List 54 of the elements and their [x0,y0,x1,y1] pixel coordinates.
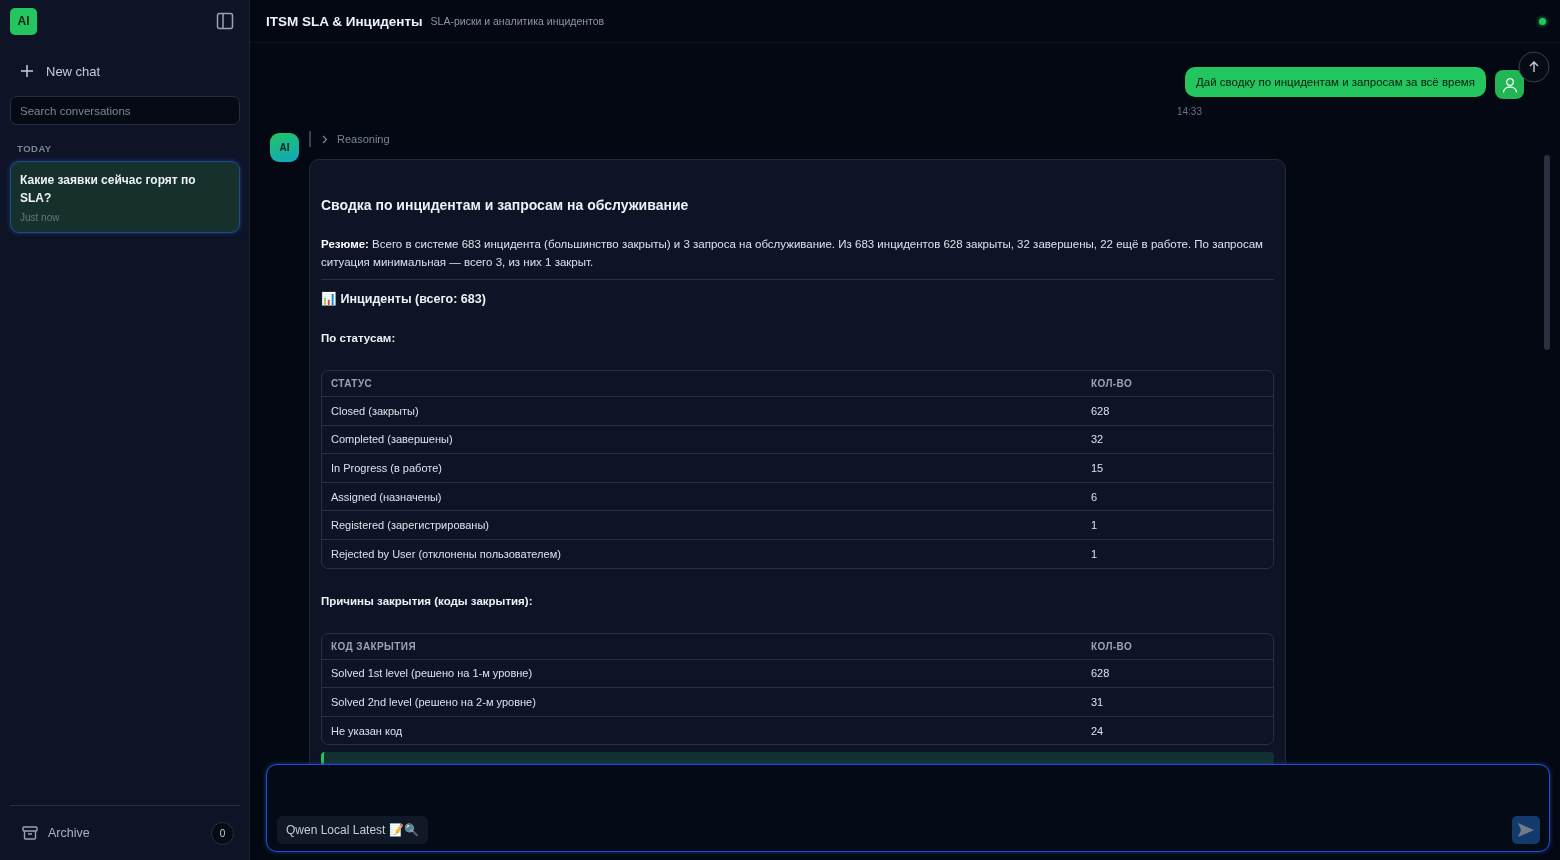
table-cell-text: Registered (зарегистрированы) [331,519,490,532]
subsection-heading: По статусам: [321,332,397,344]
table-cell-text: Solved 2nd level (решено на 2-м уровне) [331,695,537,708]
table-cell-text: Не указан код [331,724,404,737]
table-cell-text: 24 [1091,724,1105,737]
table-cell-text: Assigned (назначены) [331,490,443,503]
chat-title: ITSM SLA & Инциденты [266,13,423,29]
send-icon [1517,822,1535,838]
summary-paragraph: Резюме: Всего в системе 683 инцидента (большинство закрыты) и 3 запроса на обслуживание. Из 683 инцидентов 628 закрыты, 32 завершены, 22 ещё в работе. По запросам ситуация минимальная — всего 3, из них 1 закрыт. [321,237,1264,270]
column-header: КОД ЗАКРЫТИЯ [331,640,417,652]
message-input-field[interactable]: Qwen Local Latest 📝🔍 [266,764,1550,852]
table-cell-text: 6 [1091,490,1099,503]
chat-subtitle: SLA-риски и аналитика инцидентов [430,15,605,27]
search-field[interactable]: Search conversations [10,96,240,125]
table-cell-text: 1 [1091,519,1099,532]
archive-box-icon [22,826,38,840]
table-cell-text: 32 [1091,433,1105,446]
assistant-avatar: AI [270,133,299,162]
table-cell-text: Rejected by User (отклонены пользователем) [331,547,562,560]
table-cell-text: Closed (закрыты) [331,404,420,417]
message-heading: Сводка по инцидентам и запросам на обслуживание [321,197,690,213]
table-cell-text: Completed (завершены) [331,433,454,446]
archive-label: Archive [48,826,91,840]
archive-count: 0 [211,821,234,845]
send-button[interactable] [1512,816,1540,844]
scroll-up-icon[interactable] [1518,51,1550,83]
scrollbar-thumb[interactable] [1544,155,1550,350]
plus-icon [21,65,33,77]
table-cell-text: 628 [1091,404,1111,417]
table-cell-text: 15 [1091,462,1105,474]
column-header: КОЛ-ВО [1091,378,1134,389]
new-chat-button[interactable]: New chat [10,56,112,86]
conversation-item[interactable]: Какие заявки сейчас горят по SLA? Just now [10,161,240,233]
reasoning-toggle[interactable]: Reasoning [309,131,390,147]
section-heading: 📊 Инциденты (всего: 683) [321,291,487,306]
user-message: Дай сводку по инцидентам и запросам за всё время [1185,67,1486,97]
section-label: TODAY [17,143,53,154]
table-cell-text: 31 [1091,695,1105,708]
conversation-title: Какие заявки сейчас горят по SLA? [20,172,197,207]
app-logo: AI [10,7,37,35]
subsection-heading: Причины закрытия (коды закрытия): [321,594,534,607]
sidebar-toggle-icon[interactable] [216,12,234,30]
table-cell-text: Solved 1st level (решено на 1-м уровне) [331,667,534,680]
chevron-right-icon [322,134,328,144]
column-header: СТАТУС [331,378,374,389]
column-header: КОЛ-ВО [1091,640,1134,652]
table-cell-text: 628 [1091,667,1111,680]
conversation-time: Just now [20,212,61,223]
table-cell-text: 1 [1091,547,1099,560]
table-cell-text: In Progress (в работе) [331,462,443,474]
archive-item[interactable]: Archive 0 [10,806,240,860]
person-icon [1501,76,1518,93]
model-selector[interactable]: Qwen Local Latest 📝🔍 [277,816,428,844]
message-time: 14:33 [1176,106,1202,117]
